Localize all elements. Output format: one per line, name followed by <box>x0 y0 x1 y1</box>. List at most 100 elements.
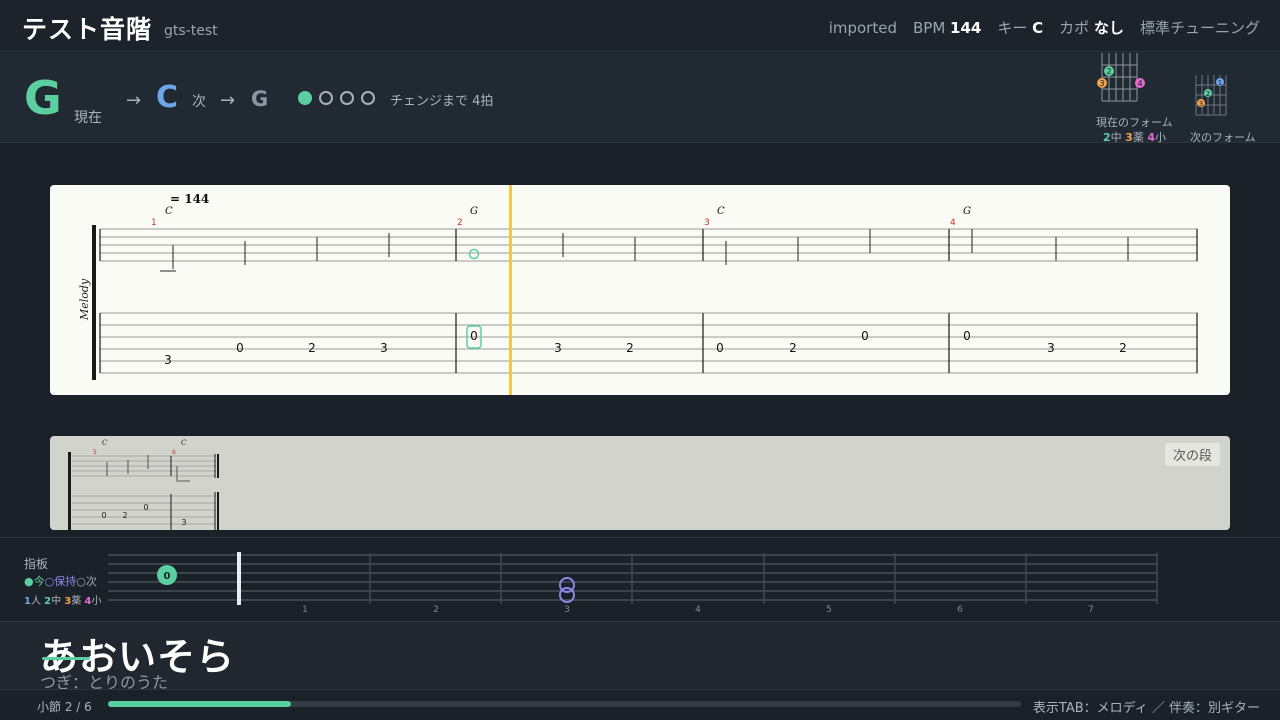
tab-number: 3 <box>164 353 172 367</box>
measure-number: 2 <box>457 218 463 228</box>
finger-dot-label: 1 <box>1218 79 1222 87</box>
song-progress-fill <box>108 701 291 707</box>
fret-wires <box>369 553 1158 604</box>
arrow-right-icon: → <box>126 90 142 111</box>
chord-symbol: G <box>470 206 478 217</box>
note-stems <box>160 229 1129 272</box>
chord-symbol: C <box>102 439 108 447</box>
fretboard-panel: 指板 ●今○保持○次 1人 2中 3薬 4小 1 2 3 4 5 6 7 0 <box>0 537 1280 620</box>
measure-number: 1 <box>151 218 157 228</box>
key-info: キー C <box>997 19 1044 37</box>
beat-dot <box>298 91 312 105</box>
beat-indicator <box>298 91 375 105</box>
tab-number-current: 0 <box>470 329 478 343</box>
measure-number: 6 <box>172 449 176 456</box>
next-line-sheet: 5 C 6 C 0 2 0 3 <box>68 439 219 530</box>
finger-dot-label: 2 <box>1106 67 1111 76</box>
song-meta: imported BPM 144 キー C カポ なし 標準チューニング <box>829 17 1260 38</box>
finger-dot-label: 3 <box>1199 100 1203 108</box>
open-string-label: 0 <box>164 571 171 582</box>
current-note-highlight <box>468 248 480 260</box>
beat-dot <box>340 91 354 105</box>
current-chord: G <box>24 71 62 125</box>
measure-counter: 小節 2 / 6 <box>37 700 92 714</box>
tab-number: 2 <box>122 511 127 520</box>
nut <box>237 552 241 605</box>
finger-dot-label: 4 <box>1137 79 1142 88</box>
tab-number: 0 <box>236 341 244 355</box>
song-progress-bar[interactable] <box>108 701 1021 707</box>
tab-number: 0 <box>716 341 724 355</box>
next-chord-label: 次 <box>192 94 206 110</box>
fret-number: 5 <box>826 605 832 615</box>
capo-info: カポ なし <box>1059 19 1124 37</box>
chord-bar: G 現在 → C 次 → G チェンジまで 4拍 2 3 4 現在のフォーム 2… <box>0 53 1280 144</box>
tab-number: 0 <box>143 503 148 512</box>
tab-number: 2 <box>1119 341 1127 355</box>
status-bar: 小節 2 / 6 表示TAB：メロディ ／ 伴奏：別ギター <box>0 689 1280 720</box>
tab-staff <box>100 312 1198 374</box>
finger-dot-label: 3 <box>1099 79 1104 88</box>
finger-legend: 1人 2中 3薬 4小 <box>24 596 102 607</box>
score-panel: Melody = 144 1 C 2 G 3 C 4 G 3 0 2 3 0 3… <box>50 185 1230 395</box>
fretboard-title: 指板 <box>24 557 49 571</box>
lyric-progress-underline <box>42 657 90 660</box>
tab-number: 2 <box>626 341 634 355</box>
fret-number: 7 <box>1088 605 1094 615</box>
tab-number: 0 <box>101 511 106 520</box>
source-label: imported <box>828 19 897 37</box>
next-chord-diagram: 1 2 3 <box>1195 75 1227 116</box>
current-chord-label: 現在 <box>74 110 102 126</box>
next-form-label: 次のフォーム <box>1190 131 1256 144</box>
fret-number: 2 <box>433 605 439 615</box>
change-countdown: チェンジまで 4拍 <box>390 94 494 109</box>
tab-number: 3 <box>1047 341 1055 355</box>
top-bar: テスト音階 gts-test imported BPM 144 キー C カポ … <box>0 0 1280 52</box>
tab-number: 0 <box>861 329 869 343</box>
chord-symbol: C <box>165 206 173 217</box>
tab-number: 3 <box>554 341 562 355</box>
arrow-right-icon: → <box>220 90 236 111</box>
next-line-preview: 5 C 6 C 0 2 0 3 次の段 <box>50 436 1230 530</box>
current-chord-diagram: 2 3 4 <box>1097 53 1145 102</box>
tuning-label: 標準チューニング <box>1139 19 1260 37</box>
current-form-label: 現在のフォーム <box>1096 116 1173 129</box>
fret-number: 4 <box>695 605 701 615</box>
next-chord: C <box>156 80 179 115</box>
finger-dot-label: 2 <box>1206 90 1210 98</box>
chord-symbol: C <box>717 206 725 217</box>
bar-lines <box>99 229 1198 373</box>
beat-dot <box>361 91 375 105</box>
measure-number: 3 <box>704 218 710 228</box>
track-name: Melody <box>78 278 91 321</box>
fret-number: 6 <box>957 605 963 615</box>
fretboard-legend: ●今○保持○次 <box>24 575 97 588</box>
beat-dot <box>319 91 333 105</box>
tab-number: 2 <box>789 341 797 355</box>
tab-number: 3 <box>181 518 186 527</box>
measure-number: 5 <box>93 449 97 456</box>
fret-number: 1 <box>302 605 308 615</box>
display-info: 表示TAB：メロディ ／ 伴奏：別ギター <box>1032 701 1260 716</box>
lyrics-panel: あおいそら つぎ：とりのうた <box>0 621 1280 692</box>
finger-legend: 2中 3薬 4小 <box>1103 131 1166 144</box>
fretboard-strings <box>108 554 1158 601</box>
song-subtitle: gts-test <box>164 23 218 39</box>
song-title: テスト音階 <box>22 15 153 44</box>
measure-number: 4 <box>950 218 956 228</box>
tab-number: 0 <box>963 329 971 343</box>
bpm-info: BPM 144 <box>912 19 982 37</box>
chord-symbol: C <box>181 439 187 447</box>
tempo-marking: = 144 <box>170 192 209 206</box>
standard-staff <box>100 228 1198 262</box>
chord-symbol: G <box>963 206 971 217</box>
playhead-cursor <box>509 185 512 395</box>
tab-number: 2 <box>308 341 316 355</box>
fret-number: 3 <box>564 605 570 615</box>
system-bracket <box>92 225 96 380</box>
after-next-chord: G <box>251 87 269 111</box>
tab-number: 3 <box>380 341 388 355</box>
score-sheet: Melody = 144 1 C 2 G 3 C 4 G 3 0 2 3 0 3… <box>78 185 1198 395</box>
fretboard: 1 2 3 4 5 6 7 0 <box>108 552 1158 615</box>
next-line-button[interactable]: 次の段 <box>1164 443 1220 466</box>
